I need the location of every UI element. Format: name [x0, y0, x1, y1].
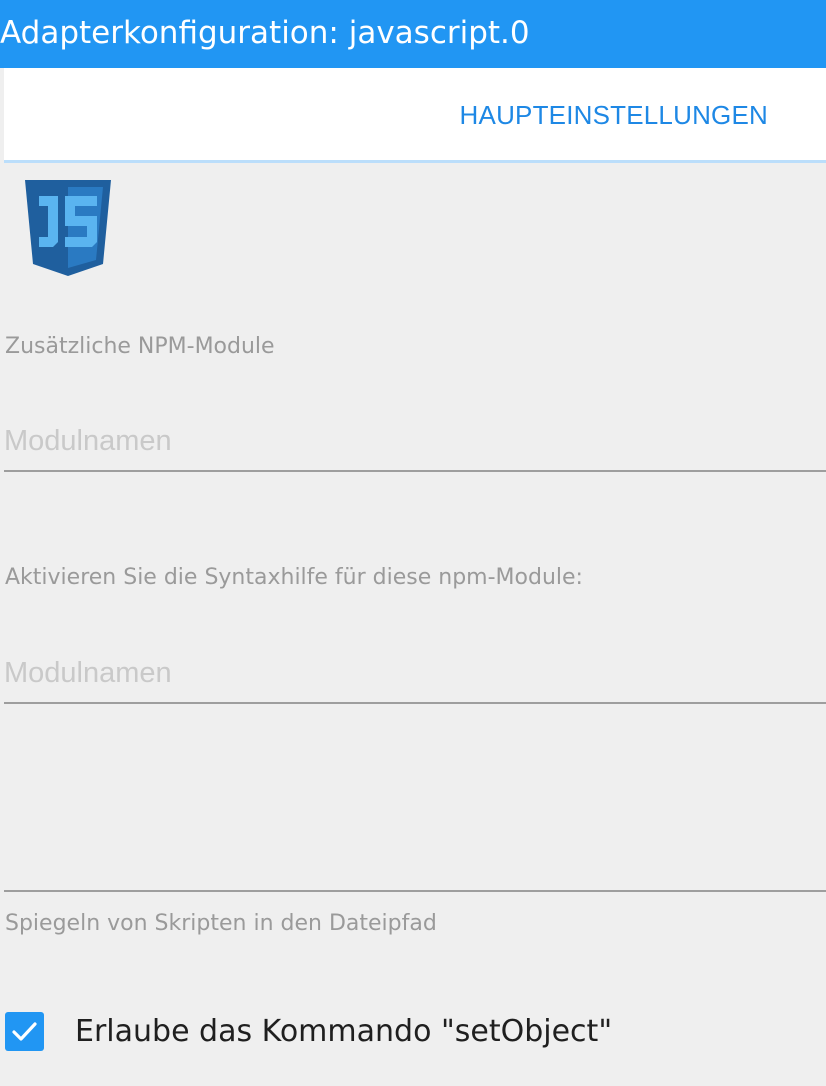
- javascript-logo-icon: [25, 180, 111, 276]
- checkmark-icon: [12, 1022, 37, 1041]
- tab-bar: HAUPTEINSTELLUNGEN: [4, 68, 826, 163]
- window-title-bar: Adapterkonfiguration: javascript.0: [0, 0, 826, 68]
- syntax-help-modules-input[interactable]: [4, 644, 826, 704]
- npm-modules-input[interactable]: [4, 412, 826, 472]
- window-title: Adapterkonfiguration: javascript.0: [0, 15, 530, 51]
- allow-set-object-checkbox[interactable]: [5, 1012, 44, 1051]
- mirror-path-label: Spiegeln von Skripten in den Dateipfad: [5, 911, 437, 936]
- tab-main-settings[interactable]: HAUPTEINSTELLUNGEN: [460, 100, 768, 131]
- mirror-path-input[interactable]: [4, 890, 826, 892]
- npm-modules-label: Zusätzliche NPM-Module: [5, 334, 275, 359]
- syntax-help-label: Aktivieren Sie die Syntaxhilfe für diese…: [5, 565, 583, 590]
- allow-set-object-label: Erlaube das Kommando "setObject": [75, 1014, 613, 1049]
